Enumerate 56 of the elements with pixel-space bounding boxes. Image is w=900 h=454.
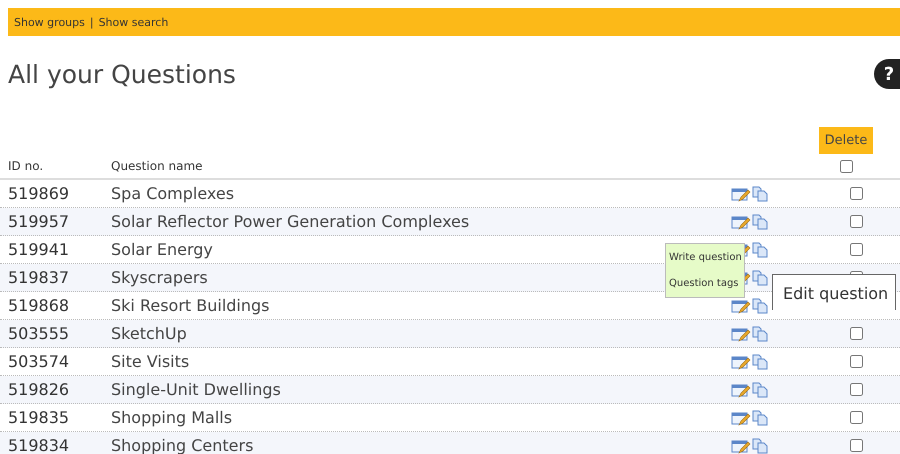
edit-icon[interactable] <box>731 354 751 370</box>
question-name-link[interactable]: Solar Reflector Power Generation Complexes <box>111 212 731 231</box>
row-checkbox[interactable] <box>850 243 862 256</box>
row-checkbox[interactable] <box>850 355 862 368</box>
question-name-link[interactable]: Site Visits <box>111 352 731 371</box>
id-cell-text: 519957 <box>8 212 70 231</box>
question-name-link[interactable]: Shopping Centers <box>111 436 731 454</box>
copy-icon[interactable] <box>752 410 768 426</box>
id-cell-text: 519835 <box>8 408 70 427</box>
id-cell-text: 519837 <box>8 268 70 287</box>
copy-icon[interactable] <box>752 186 768 202</box>
edit-icon[interactable] <box>731 438 751 454</box>
id-cell-text: 519941 <box>8 240 70 259</box>
edit-icon[interactable] <box>731 326 751 342</box>
edit-icon[interactable] <box>731 214 751 230</box>
copy-icon[interactable] <box>752 354 768 370</box>
tooltip: Edit question <box>772 274 896 310</box>
help-icon[interactable]: ? <box>874 59 900 89</box>
copy-icon[interactable] <box>752 242 768 258</box>
question-name-link[interactable]: Single-Unit Dwellings <box>111 380 731 399</box>
edit-icon[interactable] <box>731 410 751 426</box>
menu-item[interactable]: Question tags <box>669 278 744 290</box>
id-cell-text: 503555 <box>8 324 70 343</box>
copy-icon[interactable] <box>752 270 768 286</box>
top-bar-link[interactable]: Show search <box>98 16 168 28</box>
copy-icon[interactable] <box>752 326 768 342</box>
menu-item[interactable]: Write question <box>669 252 744 263</box>
copy-icon[interactable] <box>752 214 768 230</box>
id-cell-text: 519869 <box>8 184 70 203</box>
row-checkbox[interactable] <box>850 327 862 340</box>
copy-icon[interactable] <box>752 438 768 454</box>
column-header: Question name <box>111 159 204 173</box>
question-name-link[interactable]: Spa Complexes <box>111 184 731 203</box>
copy-icon[interactable] <box>752 382 768 398</box>
id-cell-text: 519834 <box>8 436 70 454</box>
question-name-link[interactable]: SketchUp <box>111 324 731 343</box>
row-checkbox[interactable] <box>850 383 862 396</box>
column-header: ID no. <box>8 159 44 173</box>
question-name-link[interactable]: Shopping Malls <box>111 408 731 427</box>
top-bar-link[interactable]: Show groups <box>14 16 85 28</box>
id-cell-text: 503574 <box>8 352 70 371</box>
copy-icon[interactable] <box>752 298 768 314</box>
row-checkbox[interactable] <box>850 215 862 228</box>
select-all-checkbox[interactable] <box>840 160 852 173</box>
page-title: All your Questions <box>8 60 236 88</box>
edit-icon[interactable] <box>731 382 751 398</box>
id-cell-text: 519868 <box>8 296 70 315</box>
edit-icon[interactable] <box>731 186 751 202</box>
row-checkbox[interactable] <box>850 439 862 452</box>
delete-button[interactable]: Delete <box>818 127 874 154</box>
edit-icon[interactable] <box>731 298 751 314</box>
id-cell-text: 519826 <box>8 380 70 399</box>
question-name-link[interactable]: Ski Resort Buildings <box>111 296 731 315</box>
row-checkbox[interactable] <box>850 411 862 424</box>
row-checkbox[interactable] <box>850 187 862 200</box>
separator: | <box>90 16 94 28</box>
